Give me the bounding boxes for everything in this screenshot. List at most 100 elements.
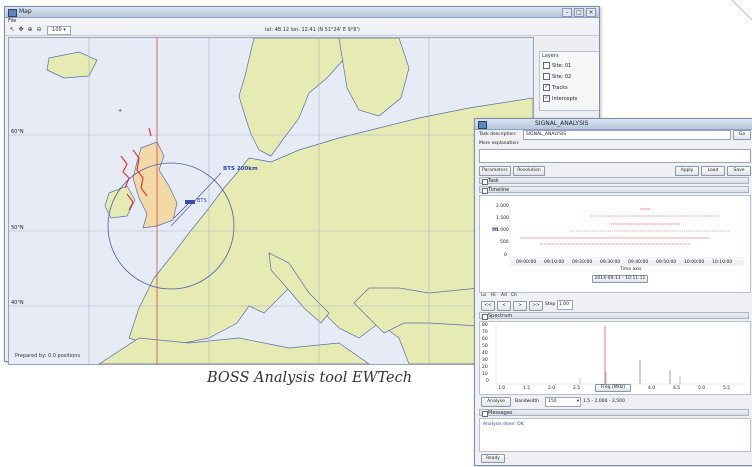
x-tick: 09:10:00 [544,260,565,265]
description-label: More explanation: [479,141,520,146]
x-tick: 5.0 [698,386,706,391]
x-axis-label: Time axis [620,267,642,272]
maximize-icon[interactable]: □ [574,8,584,17]
y-tick: 10 [482,372,488,377]
europe-map[interactable] [9,38,533,364]
layer-item[interactable]: ✓ Intercepts [540,93,599,104]
open-button[interactable]: Go [733,130,751,140]
analyse-button[interactable]: Analyse [481,397,511,407]
y-tick: 500 [500,240,509,245]
parameters-button[interactable]: Parameters [479,166,511,176]
analysis-window: SIGNAL_ANALYSIS Task description: SIGNAL… [474,118,752,466]
task-section-header[interactable]: Task [479,177,749,185]
y-tick: 60 [482,337,488,342]
analysis-titlebar: SIGNAL_ANALYSIS [475,119,752,130]
x-tick: 1.5 [523,386,531,391]
next-button[interactable]: > [513,301,527,311]
grid-lat-label: 60°N [11,129,24,135]
bandwidth-label: Bandwidth [515,399,539,404]
y-tick: 1.500 [496,216,509,221]
first-button[interactable]: << [481,301,495,311]
last-button[interactable]: >> [529,301,543,311]
layers-panel: Layers Site: 01 Site: 02 ✓ Tracks ✓ Interc… [539,51,599,111]
x-tick: 09:40:00 [628,260,649,265]
description-field[interactable] [479,149,751,163]
resolution-button[interactable]: Resolution [513,166,545,176]
x-tick: 1.0 [498,386,506,391]
mini-label: Lo [481,293,487,298]
layer-item[interactable]: Site: 01 [540,60,599,71]
x-tick: 09:00:00 [516,260,537,265]
y-tick: 80 [482,323,488,328]
y-tick: 30 [482,358,488,363]
station-marker[interactable] [185,200,195,204]
layer-item[interactable]: Site: 02 [540,71,599,82]
bandwidth-select[interactable]: 150 ▾ [545,397,581,407]
y-tick: 40 [482,351,488,356]
app-icon [478,121,487,129]
pointer-icon[interactable]: ↖ [8,26,16,33]
x-tick: 4.5 [673,386,681,391]
time-select-button[interactable]: 2014-09-11 - 10:11:11 [592,275,648,283]
y-tick: 70 [482,330,488,335]
x-tick: 09:50:00 [656,260,677,265]
map-canvas[interactable]: BTS 200km BTS + 60°N 50°N 40°N Prepared … [8,37,534,365]
messages-section-header[interactable]: Messages [479,409,749,417]
minimize-icon[interactable]: – [562,8,572,17]
checkbox[interactable] [543,73,550,80]
coordinate-readout: lat: 48.12 lon: 12.41 (N 51°24' E 9°8') [265,27,360,33]
frequency-select-button[interactable]: Freq (MHz) [595,384,631,392]
app-icon [8,9,17,17]
x-tick: 2.0 [548,386,556,391]
save-button[interactable]: Save [727,166,751,176]
timeline-section-header[interactable]: Timeline [479,186,749,194]
x-tick: 10:10:00 [712,260,733,265]
y-tick: 2.000 [496,204,509,209]
map-titlebar: Map – □ × [5,7,599,18]
station-label: BTS 200km [223,166,258,172]
checkbox[interactable]: ✓ [543,84,550,91]
checkbox[interactable]: ✓ [543,95,550,102]
y-tick: 1.000 [496,228,509,233]
menu-file[interactable]: File [8,18,16,24]
timeline-series [520,208,730,245]
caption: BOSS Analysis tool EWTech [207,370,413,386]
status-button[interactable]: Ready [481,454,505,463]
chevron-down-icon: ▾ [576,399,579,404]
y-tick: 0 [504,253,507,258]
x-tick: 5.5 [723,386,731,391]
zoom-out-icon[interactable]: ⊖ [35,26,43,33]
map-toolbar: ↖ ✥ ⊕ ⊖ 100 ▾ lat: 48.12 lon: 12.41 (N 5… [5,25,599,36]
map-window-title: Map [19,8,32,15]
x-tick: 09:20:00 [572,260,593,265]
spectrum-peaks [579,326,681,384]
x-tick: 2.5 [573,386,581,391]
load-button[interactable]: Load [701,166,725,176]
prev-button[interactable]: < [497,301,511,311]
x-tick: 10:00:00 [684,260,705,265]
small-station-label: BTS [197,198,207,204]
layers-title: Layers [542,53,559,59]
x-tick: 4.0 [648,386,656,391]
y-tick: 50 [482,344,488,349]
spectrum-section-header[interactable]: Spectrum [479,312,749,320]
zoom-in-icon[interactable]: ⊕ [26,26,34,33]
step-field[interactable]: 1.00 [557,300,573,310]
y-tick: 20 [482,365,488,370]
step-label: Step [545,302,556,307]
apply-button[interactable]: Apply [675,166,699,176]
north-marker: + [118,108,123,114]
timeline-panel: m 2.000 1.500 1.000 500 0 09:00:00 09:10… [479,195,751,293]
grid-lat-label: 50°N [11,225,24,231]
task-name-field[interactable]: SIGNAL_ANALYSIS [523,130,731,140]
task-name-label: Task description: [479,132,517,137]
y-tick: 0 [486,379,489,384]
grid-lat-label: 40°N [11,300,24,306]
x-tick: 09:30:00 [600,260,621,265]
close-icon[interactable]: × [586,8,596,17]
analysis-window-title: SIGNAL_ANALYSIS [535,120,589,127]
zoom-select[interactable]: 100 ▾ [47,26,71,35]
layer-item[interactable]: ✓ Tracks [540,82,599,93]
pan-icon[interactable]: ✥ [17,26,25,33]
checkbox[interactable] [543,62,550,69]
